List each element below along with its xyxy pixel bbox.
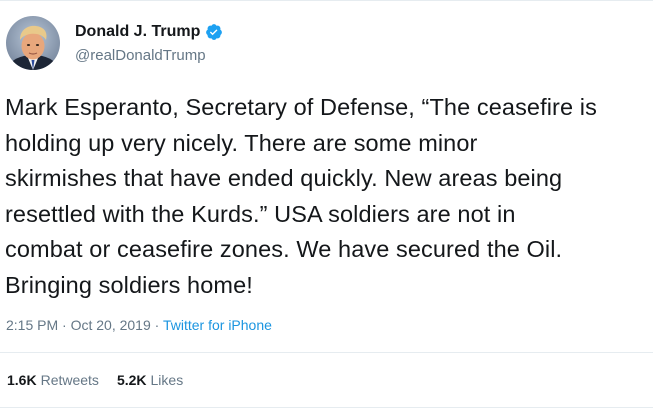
likes-label: Likes: [150, 372, 184, 388]
tweet-source-link[interactable]: Twitter for iPhone: [163, 317, 272, 333]
meta-separator: ·: [154, 317, 160, 333]
tweet-text-line: holding up very nicely. There are some m…: [5, 129, 478, 156]
retweets-stat[interactable]: 1.6K Retweets: [7, 372, 99, 388]
divider: [0, 352, 653, 353]
tweet-text: Mark Esperanto, Secretary of Defense, “T…: [5, 90, 653, 304]
avatar-photo-icon: [6, 16, 60, 70]
tweet-text-line: Mark Esperanto, Secretary of Defense, “T…: [5, 94, 597, 120]
author-handle[interactable]: @realDonaldTrump: [75, 47, 206, 64]
likes-count: 5.2K: [116, 372, 147, 388]
tweet-text-line: resettled with the Kurds.” USA soldiers …: [5, 200, 516, 227]
author-name-row: Donald J. Trump: [75, 23, 223, 41]
verified-badge-icon: [205, 23, 223, 41]
avatar[interactable]: [6, 16, 60, 70]
tweet-time[interactable]: 2:15 PM: [6, 317, 58, 333]
tweet-text-line: combat or ceasefire zones. We have secur…: [5, 236, 563, 263]
divider: [0, 407, 653, 408]
likes-stat[interactable]: 5.2K Likes: [117, 372, 183, 388]
author-display-name[interactable]: Donald J. Trump: [75, 23, 200, 41]
retweets-label: Retweets: [40, 372, 99, 388]
tweet-date[interactable]: Oct 20, 2019: [71, 317, 151, 333]
tweet-text-line: Bringing soldiers home!: [5, 271, 253, 298]
tweet-card: Donald J. Trump @realDonaldTrump Mark Es…: [0, 0, 653, 413]
retweets-count: 1.6K: [7, 372, 37, 388]
meta-separator: ·: [62, 317, 67, 333]
tweet-text-line: skirmishes that have ended quickly. New …: [5, 165, 563, 192]
tweet-stats: 1.6K Retweets 5.2K Likes: [7, 372, 183, 388]
tweet-meta: 2:15 PM · Oct 20, 2019 · Twitter for iPh…: [6, 317, 272, 333]
